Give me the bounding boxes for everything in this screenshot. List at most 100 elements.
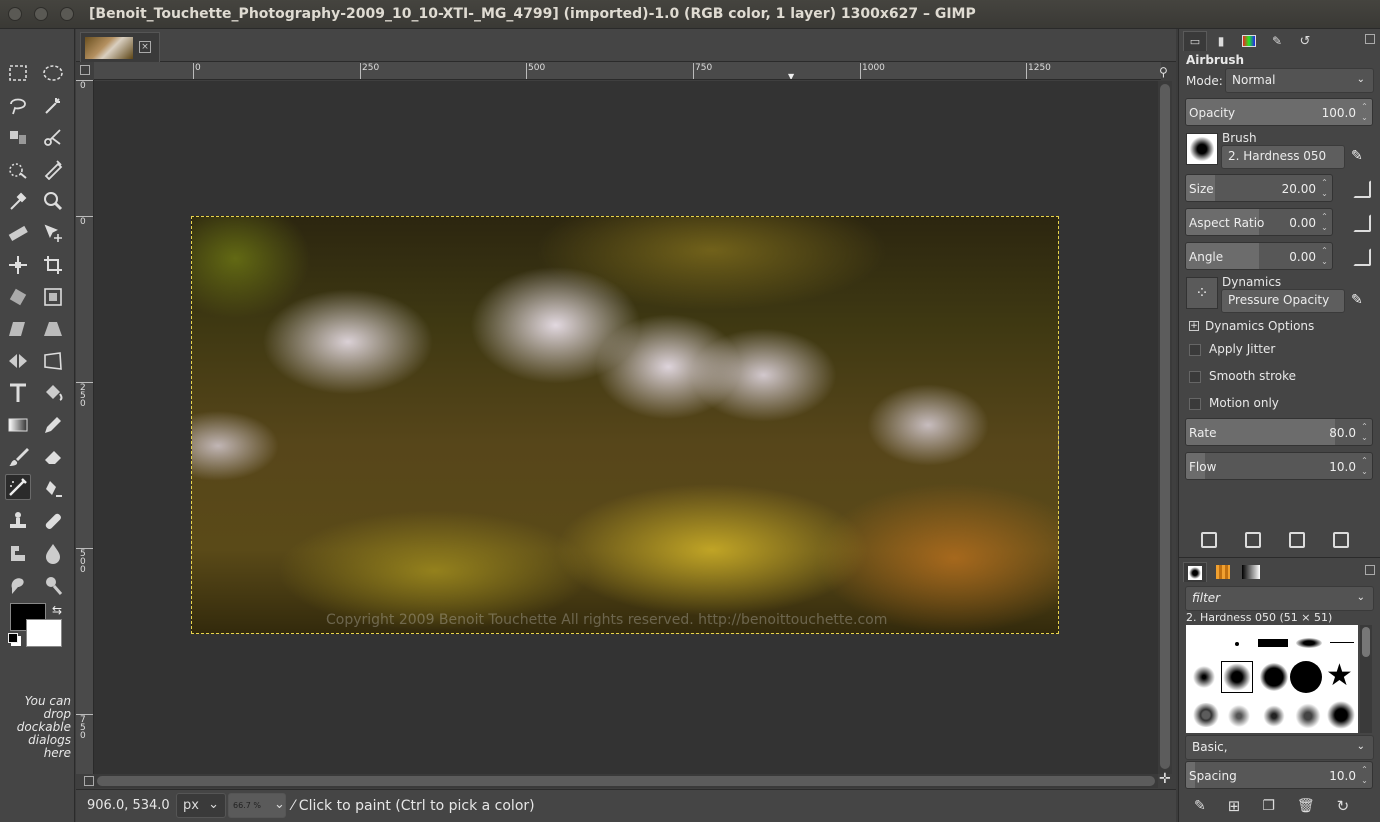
- unit-select[interactable]: px ⌄: [176, 793, 226, 818]
- perspective-tool[interactable]: [40, 316, 66, 342]
- brush-swatch-selected[interactable]: [1221, 661, 1253, 693]
- brush-swatch[interactable]: [1235, 642, 1239, 646]
- reset-size-icon[interactable]: [1353, 180, 1371, 198]
- delete-brush-icon[interactable]: 🗑: [1297, 798, 1315, 814]
- brush-grid[interactable]: ★: [1186, 625, 1358, 733]
- duplicate-brush-icon[interactable]: ❐: [1262, 798, 1275, 814]
- quick-mask-menu-button[interactable]: [80, 65, 90, 75]
- spin-arrows-icon[interactable]: ⌃ ⌄: [1319, 177, 1330, 199]
- brush-swatch[interactable]: [1326, 701, 1356, 729]
- move-tool[interactable]: [40, 220, 66, 246]
- color-picker-tool[interactable]: [5, 188, 31, 214]
- foreground-select-tool[interactable]: [5, 156, 31, 182]
- brush-swatch[interactable]: [1192, 665, 1216, 689]
- measure-tool[interactable]: [5, 220, 31, 246]
- dynamics-options-expander[interactable]: Dynamics Options: [1205, 319, 1314, 333]
- patterns-tab[interactable]: [1211, 562, 1235, 582]
- brush-preview[interactable]: [1186, 133, 1218, 165]
- rotate-tool[interactable]: [5, 284, 31, 310]
- delete-options-icon[interactable]: [1289, 532, 1305, 548]
- apply-jitter-checkbox[interactable]: [1189, 344, 1201, 356]
- vertical-scrollbar[interactable]: [1158, 81, 1172, 774]
- brush-swatch[interactable]: [1192, 703, 1220, 727]
- size-slider[interactable]: Size 20.00 ⌃ ⌄: [1185, 174, 1333, 202]
- expand-icon[interactable]: +: [1189, 321, 1199, 331]
- scale-tool[interactable]: [40, 284, 66, 310]
- chevron-down-icon[interactable]: ⌄: [274, 797, 285, 812]
- restore-options-icon[interactable]: [1245, 532, 1261, 548]
- rate-slider[interactable]: Rate 80.0 ⌃ ⌄: [1185, 418, 1373, 446]
- spin-arrows-icon[interactable]: ⌃ ⌄: [1319, 245, 1330, 267]
- paths-tool[interactable]: [40, 156, 66, 182]
- smooth-stroke-label[interactable]: Smooth stroke: [1209, 369, 1296, 383]
- pencil-tool[interactable]: [40, 412, 66, 438]
- swap-colors-icon[interactable]: ⇆: [52, 603, 62, 617]
- brush-swatch[interactable]: [1226, 705, 1252, 727]
- refresh-brushes-icon[interactable]: ↻: [1337, 797, 1350, 815]
- mode-select[interactable]: Normal ⌄: [1225, 68, 1374, 93]
- select-by-color-tool[interactable]: [5, 124, 31, 150]
- ink-tool[interactable]: [40, 476, 66, 502]
- rect-select-tool[interactable]: [5, 60, 31, 86]
- eraser-tool[interactable]: [40, 444, 66, 470]
- spin-arrows-icon[interactable]: ⌃ ⌄: [1359, 455, 1370, 477]
- spin-arrows-icon[interactable]: ⌃ ⌄: [1359, 421, 1370, 443]
- heal-tool[interactable]: [40, 508, 66, 534]
- shear-tool[interactable]: [5, 316, 31, 342]
- crop-tool[interactable]: [40, 252, 66, 278]
- configure-tab-icon[interactable]: [1365, 565, 1375, 575]
- undo-history-tab[interactable]: ↺: [1293, 31, 1317, 51]
- configure-tab-icon[interactable]: [1365, 34, 1375, 44]
- edit-brush-button-icon[interactable]: ✎: [1194, 798, 1206, 814]
- photo-grass-image[interactable]: Copyright 2009 Benoit Touchette All righ…: [191, 216, 1059, 634]
- brush-swatch[interactable]: [1290, 661, 1322, 693]
- fuzzy-select-tool[interactable]: [40, 92, 66, 118]
- angle-slider[interactable]: Angle 0.00 ⌃ ⌄: [1185, 242, 1333, 270]
- apply-jitter-label[interactable]: Apply Jitter: [1209, 342, 1275, 356]
- image-canvas[interactable]: Copyright 2009 Benoit Touchette All righ…: [94, 81, 1158, 774]
- minimize-window-button[interactable]: [34, 7, 48, 21]
- device-status-tab[interactable]: ▮: [1209, 31, 1233, 51]
- spacing-slider[interactable]: Spacing 10.0 ⌃ ⌄: [1185, 761, 1373, 789]
- brushes-tab[interactable]: [1183, 562, 1207, 582]
- spin-arrows-icon[interactable]: ⌃ ⌄: [1359, 764, 1370, 786]
- gradients-tab[interactable]: [1239, 562, 1263, 582]
- horizontal-ruler[interactable]: 0 250 500 750 1000 1250 ▼: [94, 62, 1161, 80]
- flow-slider[interactable]: Flow 10.0 ⌃ ⌄: [1185, 452, 1373, 480]
- brush-swatch[interactable]: [1258, 639, 1288, 647]
- clone-tool[interactable]: [5, 508, 31, 534]
- smudge-tool[interactable]: [5, 572, 31, 598]
- align-tool[interactable]: [5, 252, 31, 278]
- save-options-icon[interactable]: [1201, 532, 1217, 548]
- dynamics-preview-icon[interactable]: ⁘: [1186, 277, 1218, 309]
- blur-sharpen-tool[interactable]: [40, 540, 66, 566]
- scissors-select-tool[interactable]: [40, 124, 66, 150]
- edit-brush-icon[interactable]: ✎: [1351, 148, 1363, 164]
- brush-grid-scrollbar[interactable]: [1360, 625, 1372, 733]
- navigate-icon[interactable]: ✛: [1159, 771, 1171, 787]
- bucket-fill-tool[interactable]: [40, 380, 66, 406]
- brush-swatch[interactable]: [1330, 642, 1354, 643]
- brush-swatch-star[interactable]: ★: [1326, 659, 1353, 693]
- background-color-swatch[interactable]: [26, 619, 62, 647]
- dodge-burn-tool[interactable]: [40, 572, 66, 598]
- tool-options-tab[interactable]: ▭: [1183, 31, 1207, 51]
- reset-options-icon[interactable]: [1333, 532, 1349, 548]
- dock-divider[interactable]: [1179, 557, 1380, 558]
- flip-tool[interactable]: [5, 348, 31, 374]
- maximize-window-button[interactable]: [60, 7, 74, 21]
- perspective-clone-tool[interactable]: [5, 540, 31, 566]
- brush-swatch[interactable]: [1262, 705, 1286, 727]
- brush-swatch[interactable]: [1296, 638, 1322, 648]
- opacity-slider[interactable]: Opacity 100.0 ⌃ ⌄: [1185, 98, 1373, 126]
- image-tab[interactable]: ×: [80, 32, 160, 62]
- brush-swatch[interactable]: [1294, 703, 1322, 729]
- reset-angle-icon[interactable]: [1353, 248, 1371, 266]
- spin-arrows-icon[interactable]: ⌃ ⌄: [1359, 101, 1370, 123]
- horizontal-scrollbar[interactable]: [94, 774, 1158, 788]
- paintbrush-tool[interactable]: [5, 444, 31, 470]
- reset-aspect-icon[interactable]: [1353, 214, 1371, 232]
- brush-tag-field[interactable]: Basic, ⌄: [1185, 735, 1374, 760]
- close-tab-icon[interactable]: ×: [139, 41, 151, 53]
- new-brush-icon[interactable]: ⊞: [1228, 797, 1241, 815]
